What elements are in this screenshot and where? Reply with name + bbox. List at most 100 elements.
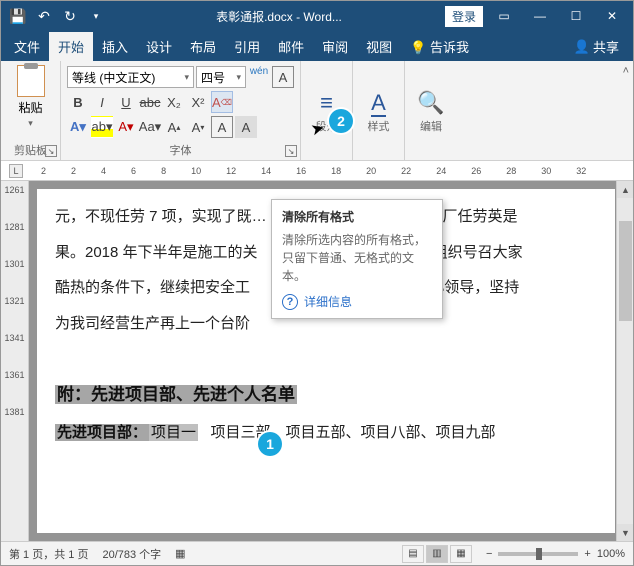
superscript-button[interactable]: X² — [187, 91, 209, 113]
list-item-selected: 项目一 — [149, 424, 198, 441]
paste-icon — [17, 65, 45, 97]
bold-button[interactable]: B — [67, 91, 89, 113]
underline-button[interactable]: U — [115, 91, 137, 113]
ruler-tick: 32 — [576, 166, 586, 176]
vertical-ruler[interactable]: 1261 1281 1301 1321 1341 1361 1381 — [1, 181, 29, 541]
ribbon-display-icon[interactable]: ▭ — [487, 2, 521, 30]
vruler-tick: 1361 — [4, 370, 24, 380]
close-icon[interactable]: ✕ — [595, 2, 629, 30]
tab-tellme[interactable]: 💡 告诉我 — [401, 32, 478, 61]
scroll-up-icon[interactable]: ▲ — [617, 181, 633, 198]
tab-share-label: 共享 — [593, 37, 619, 56]
character-shading-button[interactable]: A — [235, 116, 257, 138]
vruler-tick: 1341 — [4, 333, 24, 343]
list-label: 先进项目部： — [55, 424, 149, 441]
macro-icon[interactable]: ▦ — [175, 547, 185, 560]
minimize-icon[interactable]: — — [523, 2, 557, 30]
paste-dropdown-icon[interactable]: ▾ — [28, 118, 33, 129]
list-line: 先进项目部：项目一 项目三部、项目五部、项目八部、项目九部 — [55, 417, 597, 449]
font-name-combo[interactable]: 等线 (中文正文)▾ — [67, 66, 194, 88]
font-launcher-icon[interactable]: ↘ — [285, 145, 297, 157]
zoom-value[interactable]: 100% — [597, 548, 625, 560]
qat-customize-icon[interactable]: ▾ — [85, 5, 107, 27]
tooltip-more-link[interactable]: ? 详细信息 — [282, 293, 432, 310]
vruler-tick: 1381 — [4, 407, 24, 417]
web-layout-icon[interactable]: ▦ — [450, 545, 472, 563]
highlight-button[interactable]: ab▾ — [91, 116, 113, 138]
find-icon[interactable]: 🔍 — [417, 90, 444, 116]
titlebar: 💾 ↶ ↻ ▾ 表彰通报.docx - Word... 登录 ▭ — ☐ ✕ — [1, 1, 633, 31]
undo-icon[interactable]: ↶ — [33, 5, 55, 27]
redo-icon[interactable]: ↻ — [59, 5, 81, 27]
tab-view[interactable]: 视图 — [357, 32, 401, 61]
blank-line — [55, 343, 597, 373]
change-case-icon[interactable]: A — [272, 66, 294, 88]
tooltip-title: 清除所有格式 — [282, 208, 432, 225]
zoom-slider[interactable] — [498, 552, 578, 556]
ruler-tick: 12 — [226, 166, 236, 176]
collapse-ribbon-icon[interactable]: ˄ — [623, 65, 629, 77]
scroll-thumb[interactable] — [619, 221, 632, 321]
character-border-button[interactable]: A — [211, 116, 233, 138]
text-effects-button[interactable]: A▾ — [67, 116, 89, 138]
tab-selector-icon[interactable]: L — [9, 164, 23, 178]
tab-review[interactable]: 审阅 — [313, 32, 357, 61]
grow-font-button[interactable]: A▴ — [163, 116, 185, 138]
scroll-down-icon[interactable]: ▼ — [617, 524, 633, 541]
clear-formatting-button[interactable]: A⌫ — [211, 91, 233, 113]
zoom-control: − + 100% — [486, 548, 625, 560]
view-buttons: ▤ ▥ ▦ — [402, 545, 472, 563]
tab-home[interactable]: 开始 — [49, 32, 93, 61]
tab-share[interactable]: 👤 共享 — [565, 32, 629, 61]
tab-insert[interactable]: 插入 — [93, 32, 137, 61]
tab-references[interactable]: 引用 — [225, 32, 269, 61]
paragraph-icon[interactable]: ≡ — [320, 90, 333, 116]
maximize-icon[interactable]: ☐ — [559, 2, 593, 30]
strikethrough-button[interactable]: abc — [139, 91, 161, 113]
phonetic-guide-button[interactable]: Aa▾ — [139, 116, 161, 138]
styles-icon[interactable]: A — [371, 90, 386, 116]
font-color-button[interactable]: A▾ — [115, 116, 137, 138]
zoom-out-button[interactable]: − — [486, 548, 492, 560]
status-bar: 第 1 页，共 1 页 20/783 个字 ▦ ▤ ▥ ▦ − + 100% — [1, 541, 633, 565]
quick-access-toolbar: 💾 ↶ ↻ ▾ — [1, 5, 113, 27]
print-layout-icon[interactable]: ▥ — [426, 545, 448, 563]
italic-button[interactable]: I — [91, 91, 113, 113]
ruler-tick: 28 — [506, 166, 516, 176]
horizontal-ruler[interactable]: L 2 2 4 6 8 10 12 14 16 18 20 22 24 26 2… — [1, 161, 633, 181]
tab-design[interactable]: 设计 — [137, 32, 181, 61]
annotation-callout-2: 2 — [329, 109, 353, 133]
zoom-in-button[interactable]: + — [584, 548, 590, 560]
clipboard-launcher-icon[interactable]: ↘ — [45, 145, 57, 157]
paste-button[interactable]: 粘贴 ▾ — [17, 65, 45, 129]
status-page[interactable]: 第 1 页，共 1 页 — [9, 546, 88, 562]
read-mode-icon[interactable]: ▤ — [402, 545, 424, 563]
vruler-tick: 1261 — [4, 185, 24, 195]
tab-file[interactable]: 文件 — [5, 32, 49, 61]
vruler-tick: 1321 — [4, 296, 24, 306]
login-button[interactable]: 登录 — [445, 6, 483, 27]
tab-mailings[interactable]: 邮件 — [269, 32, 313, 61]
font-name-value: 等线 (中文正文) — [72, 69, 155, 86]
ruler-tick: 16 — [296, 166, 306, 176]
subscript-button[interactable]: X₂ — [163, 91, 185, 113]
grow-font-icon[interactable]: wén — [248, 66, 270, 88]
word-window: 💾 ↶ ↻ ▾ 表彰通报.docx - Word... 登录 ▭ — ☐ ✕ 文… — [0, 0, 634, 566]
vertical-scrollbar[interactable]: ▲ ▼ — [616, 181, 633, 541]
chevron-down-icon: ▾ — [236, 72, 241, 83]
ruler-tick: 6 — [131, 166, 136, 176]
status-words[interactable]: 20/783 个字 — [102, 546, 161, 562]
list-items-rest: 项目三部、项目五部、项目八部、项目九部 — [211, 424, 496, 441]
font-size-combo[interactable]: 四号▾ — [196, 66, 246, 88]
zoom-thumb[interactable] — [536, 548, 542, 560]
ruler-tick: 4 — [101, 166, 106, 176]
group-font-label: 字体 — [67, 140, 294, 160]
shrink-font-button[interactable]: A▾ — [187, 116, 209, 138]
attachment-heading: 附：先进项目部、先进个人名单 — [55, 377, 597, 413]
save-icon[interactable]: 💾 — [7, 5, 29, 27]
group-editing-label: 编辑 — [420, 116, 442, 136]
tab-layout[interactable]: 布局 — [181, 32, 225, 61]
document-title: 表彰通报.docx - Word... — [216, 8, 342, 25]
vruler-tick: 1301 — [4, 259, 24, 269]
tooltip-link-label: 详细信息 — [304, 293, 352, 310]
